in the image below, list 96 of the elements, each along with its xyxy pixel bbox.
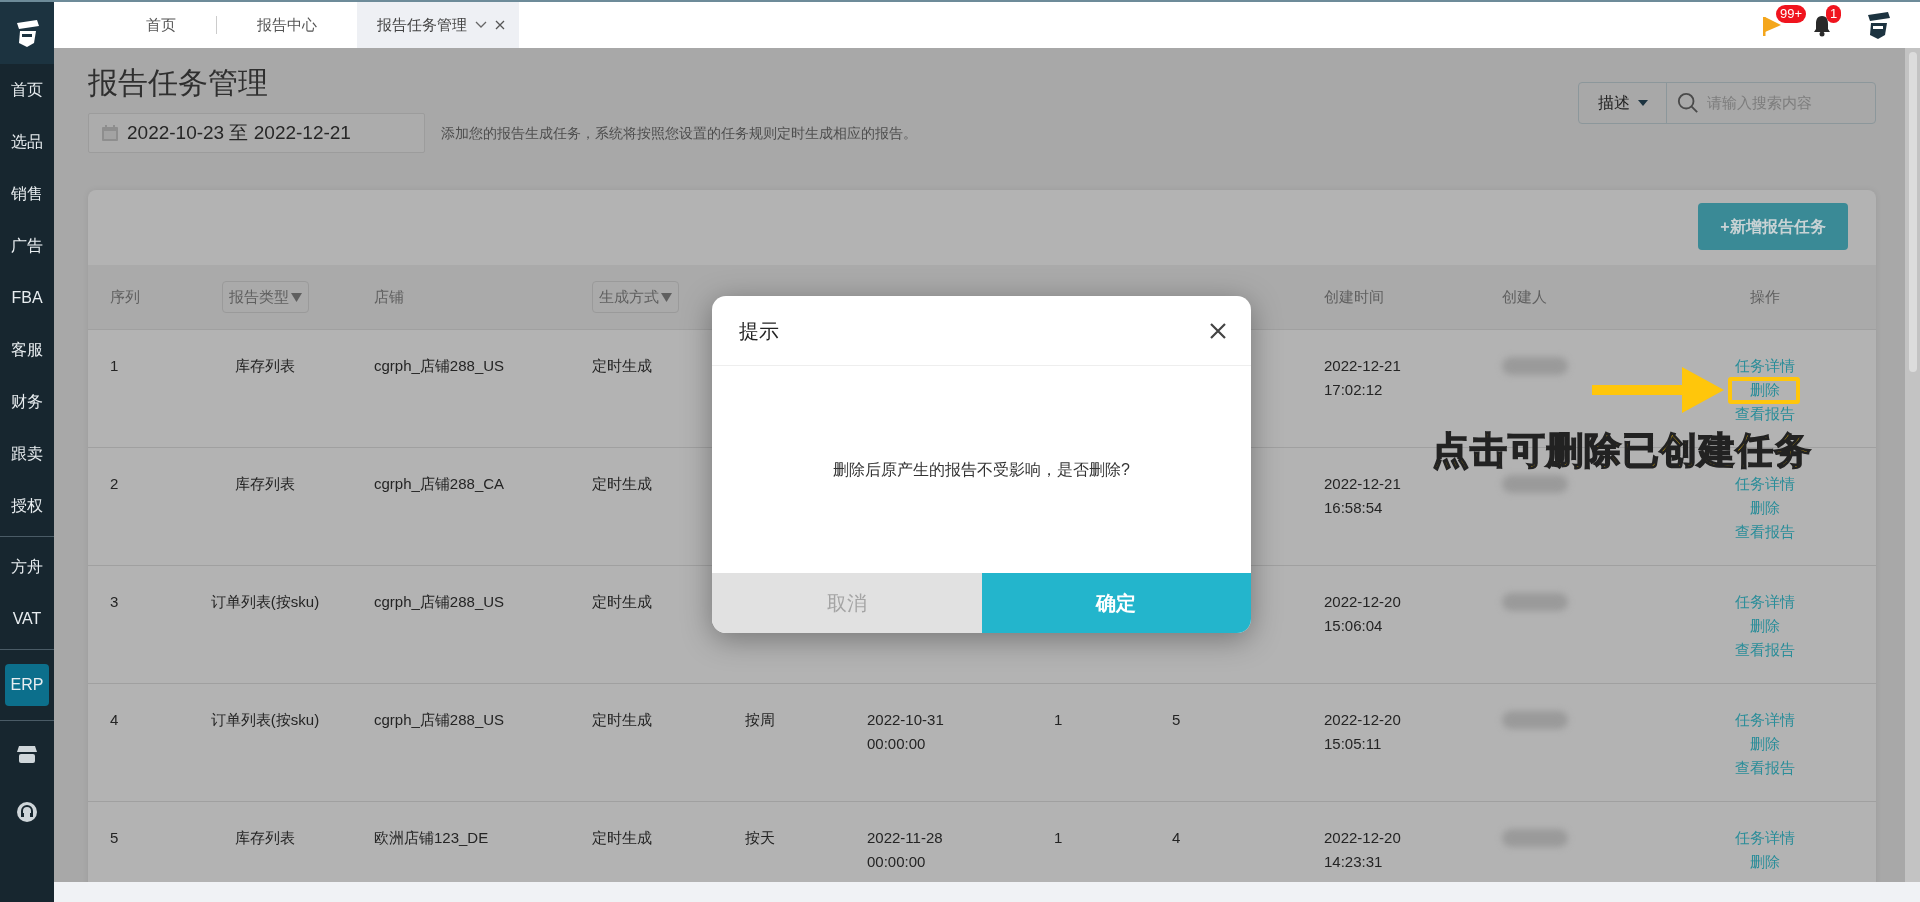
column-filter-dropdown[interactable]: 报告类型 [221,280,309,314]
action-link[interactable]: 任务详情 [1735,826,1795,850]
table-cell: 欧洲店铺123_DE [374,829,489,846]
sidebar-item[interactable]: 首页 [0,64,54,116]
table-cell: 按天 [745,829,775,846]
close-icon[interactable] [1209,321,1227,340]
column-header: 序列 [110,287,140,305]
action-link[interactable]: 删除 [1750,378,1780,402]
sidebar-item[interactable]: 广告 [0,220,54,272]
bell-icon[interactable] [1812,14,1832,37]
sidebar-item[interactable]: 授权 [0,480,54,532]
table-cell-text: 订单列表(按sku) [210,592,320,612]
table-cell: 2 [110,475,119,492]
table-cell: 2022-10-31 00:00:00 [867,711,944,752]
cancel-button[interactable]: 取消 [712,573,982,633]
annotation-text: 点击可删除已创建任务 [1432,432,1812,469]
hint-text: 添加您的报告生成任务，系统将按照您设置的任务规则定时生成相应的报告。 [441,123,917,143]
table-cell: cgrph_店铺288_CA [374,475,505,492]
table-cell: 定时生成 [592,593,652,610]
table-cell: 定时生成 [592,475,652,492]
sidebar-item[interactable]: 跟卖 [0,428,54,480]
action-link[interactable]: 删除 [1750,732,1780,756]
confirm-button[interactable]: 确定 [981,573,1251,633]
table-cell: 2022-11-28 00:00:00 [867,829,943,870]
sidebar-item[interactable]: ERP [5,664,49,706]
action-link[interactable]: 任务详情 [1735,354,1795,378]
scrollbar[interactable] [1905,48,1920,882]
table-cell: 按周 [745,711,775,728]
table-cell-text: 库存列表 [235,474,295,494]
column-header: 操作 [1750,286,1780,307]
dialog-title: 提示 [739,318,779,344]
table-cell: 4 [1172,829,1181,846]
action-link[interactable]: 查看报告 [1735,520,1795,544]
table-cell: 5 [1172,711,1181,728]
table-cell: 1 [1054,829,1063,846]
action-link[interactable]: 查看报告 [1735,402,1795,426]
sidebar-item[interactable]: FBA [0,272,54,324]
search-field-dropdown[interactable]: 描述 [1579,83,1667,123]
table-cell: 3 [110,593,119,610]
table-cell: 2022-12-21 16:58:54 [1324,475,1401,516]
caret-icon [661,292,672,302]
table-cell: 2022-12-20 15:06:04 [1324,593,1401,634]
table-cell: 4 [110,711,119,728]
sidebar-item[interactable]: 选品 [0,116,54,168]
flag-icon[interactable] [1762,14,1782,37]
page-title: 报告任务管理 [88,65,269,101]
tab[interactable]: 报告任务管理 [357,2,519,48]
sidebar-item[interactable]: 方舟 [0,541,54,593]
support-icon[interactable] [16,801,38,823]
table-cell: 定时生成 [592,711,652,728]
close-icon[interactable] [495,20,505,30]
table-cell: 2022-12-20 15:05:11 [1324,711,1401,752]
action-link[interactable]: 任务详情 [1735,472,1795,496]
table-cell: 2022-12-21 17:02:12 [1324,357,1401,398]
action-link[interactable]: 删除 [1750,614,1780,638]
table-cell: 5 [110,829,119,846]
column-header: 创建时间 [1324,287,1384,305]
action-link[interactable]: 查看报告 [1735,638,1795,662]
sidebar-item[interactable]: 销售 [0,168,54,220]
table-cell-text: 订单列表(按sku) [210,710,320,730]
count-badge: 1 [1826,5,1842,24]
search-icon [1677,91,1699,115]
table-cell: cgrph_店铺288_US [374,357,505,374]
sidebar-item[interactable]: VAT [0,593,54,645]
date-range-picker[interactable]: 2022-10-23 至 2022-12-21 [88,113,425,153]
table-cell: 1 [110,357,119,374]
highlight-frame [1728,377,1800,404]
table-cell: 2022-12-20 14:23:31 [1324,829,1401,870]
action-link[interactable]: 删除 [1750,496,1780,520]
table-cell: cgrph_店铺288_US [374,593,505,610]
column-header: 创建人 [1502,287,1547,305]
chevron-down-icon [475,21,487,29]
column-header: 店铺 [374,287,404,305]
table-cell: 1 [1054,711,1063,728]
table-cell-text: 库存列表 [235,356,295,376]
table-cell: 定时生成 [592,357,652,374]
action-link[interactable]: 任务详情 [1735,708,1795,732]
tab[interactable]: 首页 [106,2,216,48]
sidebar-item[interactable]: 客服 [0,324,54,376]
date-range-text: 2022-10-23 至 2022-12-21 [127,120,351,145]
count-badge: 99+ [1776,5,1807,24]
calendar-icon [101,124,119,142]
add-task-button[interactable]: +新增报告任务 [1698,203,1848,250]
action-link[interactable]: 查看报告 [1735,756,1795,780]
caret-icon [290,292,302,302]
store-icon[interactable] [16,743,38,765]
sidebar-item[interactable]: 财务 [0,376,54,428]
action-link[interactable]: 删除 [1750,850,1780,874]
table-cell: cgrph_店铺288_US [374,711,505,728]
action-link[interactable]: 任务详情 [1735,590,1795,614]
dialog-message: 删除后原产生的报告不受影响，是否删除? [833,459,1130,480]
table-cell-text: 库存列表 [235,828,295,848]
caret-icon [1637,100,1648,106]
column-filter-dropdown[interactable]: 生成方式 [592,280,679,314]
tab[interactable]: 报告中心 [217,2,357,48]
table-cell: 定时生成 [592,829,652,846]
